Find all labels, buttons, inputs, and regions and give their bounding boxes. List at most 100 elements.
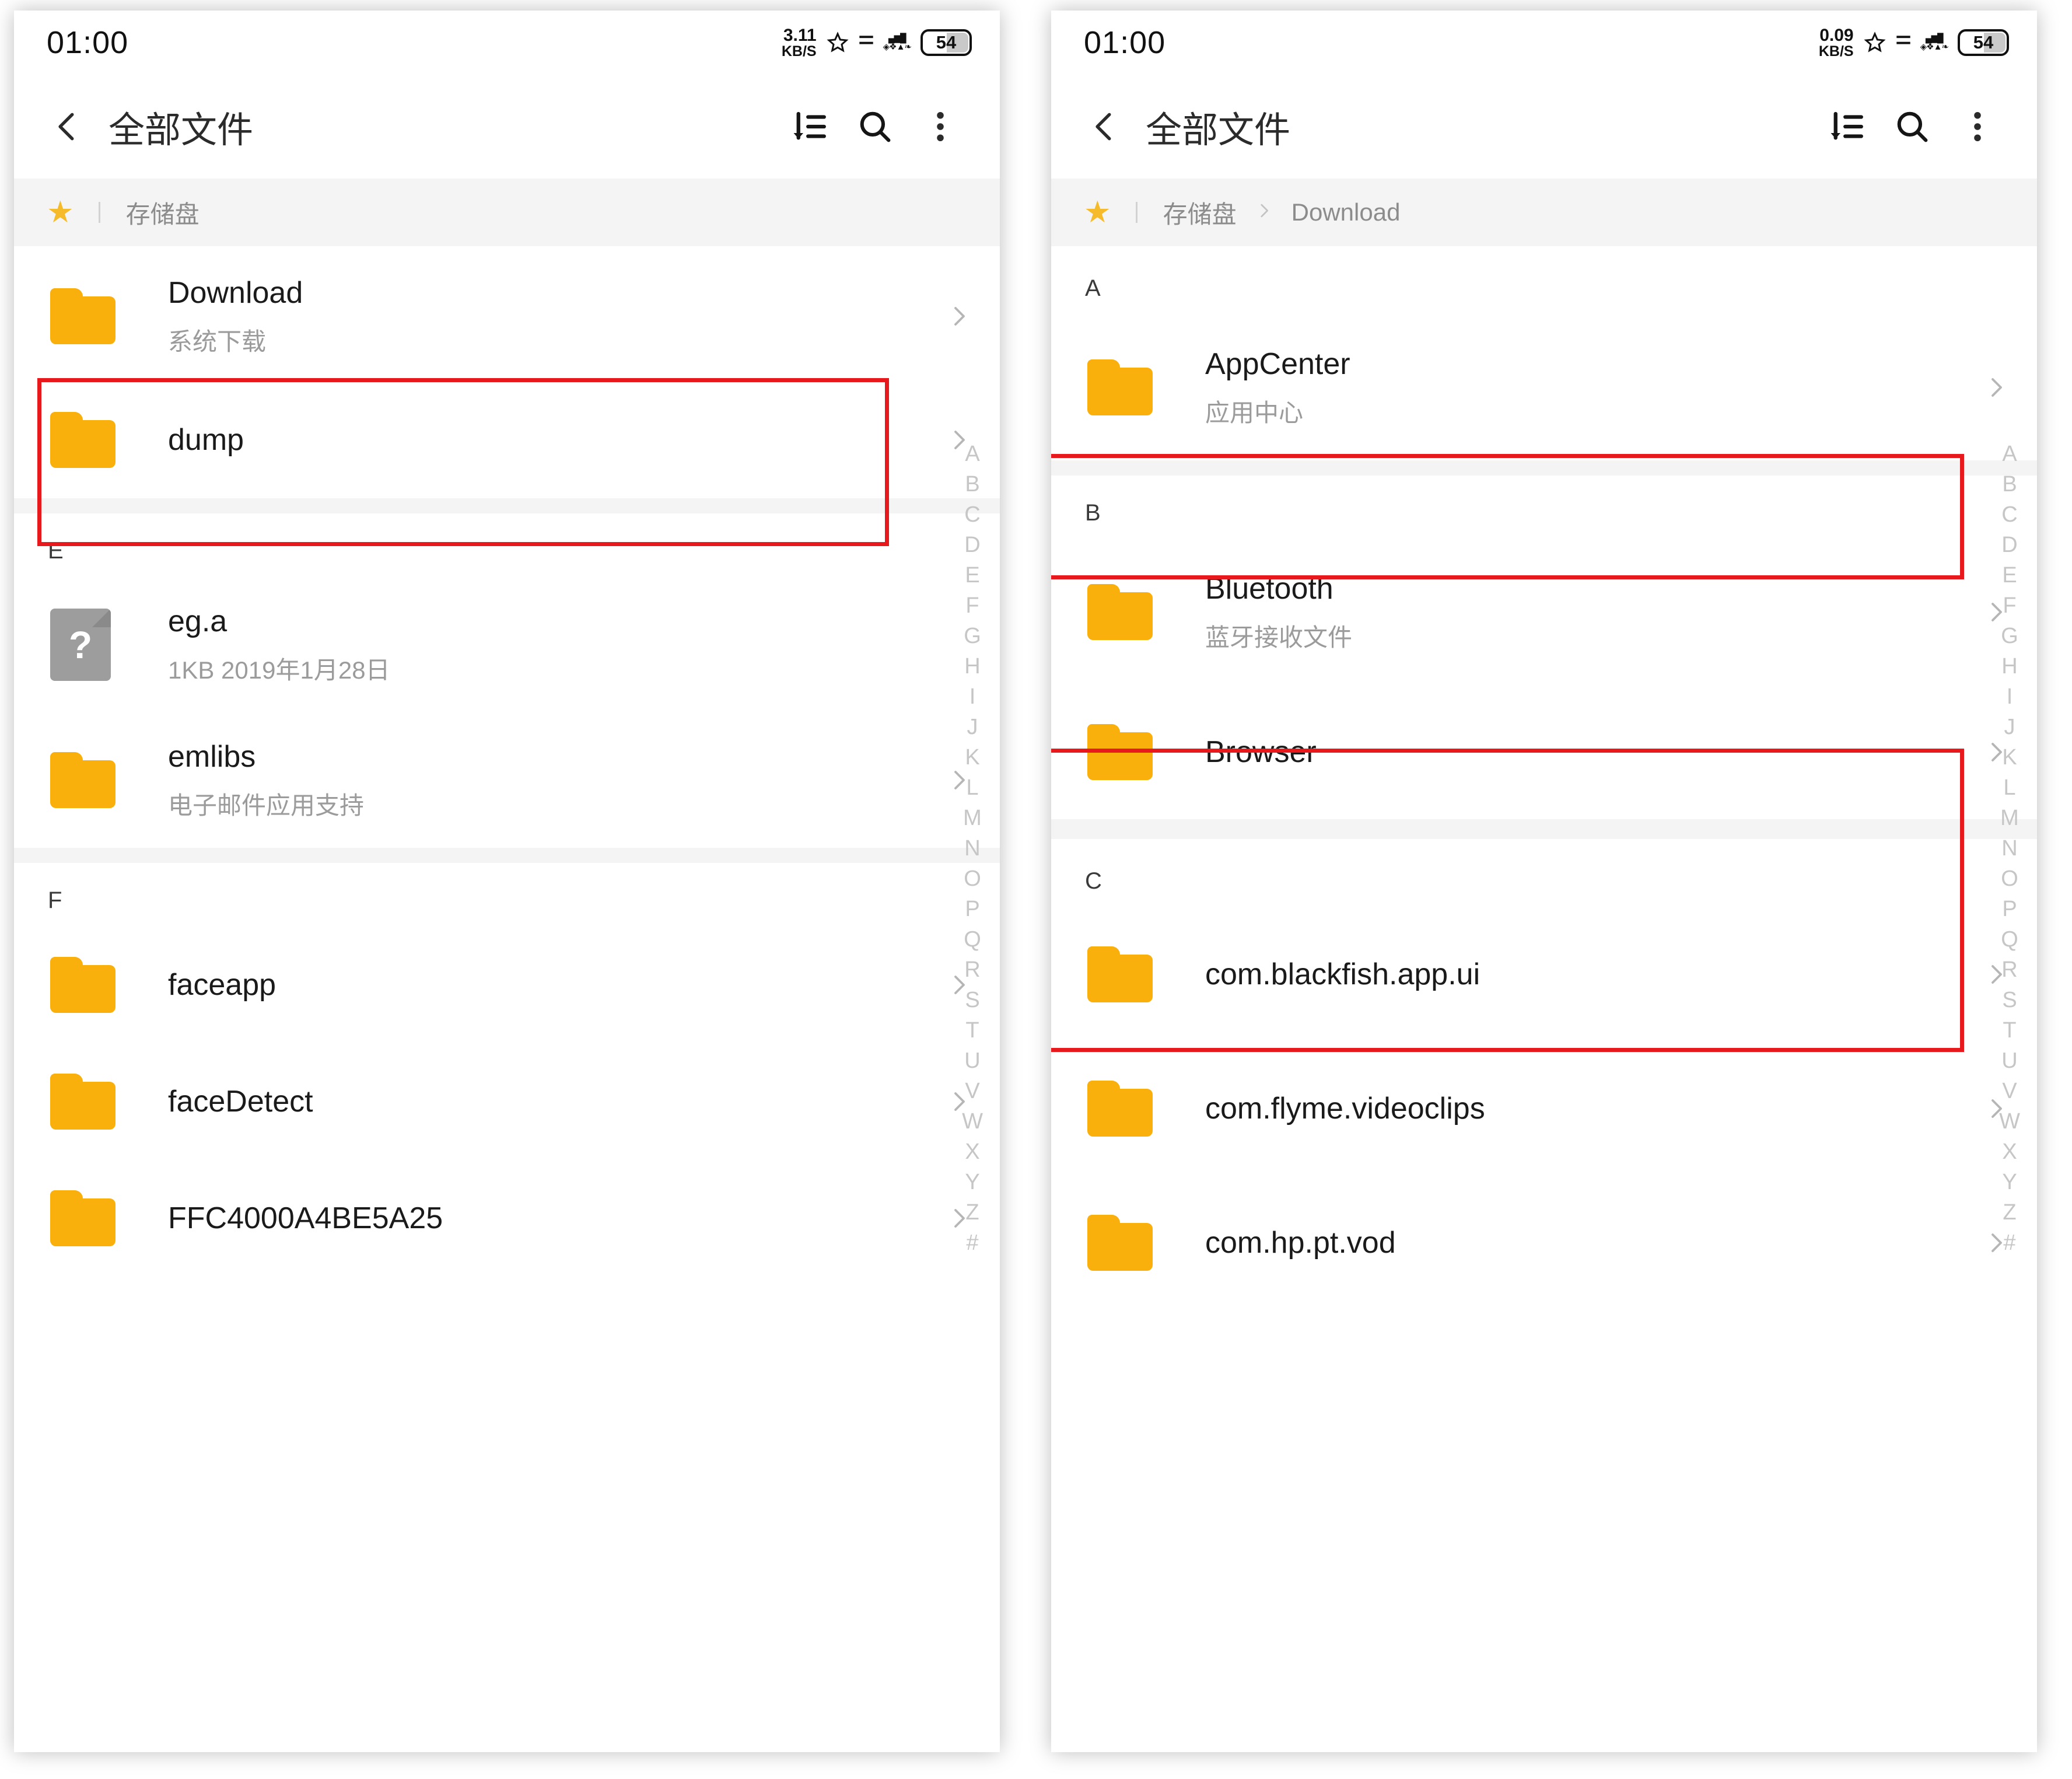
alphabet-index-p[interactable]: P <box>2002 894 2017 924</box>
alphabet-index-hash[interactable]: # <box>2003 1228 2015 1258</box>
alphabet-index-k[interactable]: K <box>965 742 979 773</box>
list-item[interactable]: Bluetooth 蓝牙接收文件 <box>1051 539 2037 685</box>
list-item[interactable]: FFC4000A4BE5A25 <box>14 1160 1000 1277</box>
alphabet-index-h[interactable]: H <box>2001 651 2017 681</box>
battery-icon: 54 <box>921 29 972 56</box>
sort-button[interactable] <box>777 94 842 159</box>
alphabet-index-m[interactable]: M <box>963 803 982 833</box>
breadcrumb-item-storage[interactable]: 存储盘 <box>126 195 200 230</box>
file-list-container[interactable]: Download 系统下载 dump E ? eg.a 1KB 2019年1月2… <box>14 246 1000 1752</box>
list-item[interactable]: Download 系统下载 <box>14 246 1000 382</box>
alphabet-index-b[interactable]: B <box>965 469 979 499</box>
list-item[interactable]: com.flyme.videoclips <box>1051 1041 2037 1176</box>
alphabet-index-c[interactable]: C <box>2001 499 2017 530</box>
status-bar: 01:00 0.09 KB/S ▄▆█ ◈❖▲❧ 54 <box>1051 11 2037 75</box>
alphabet-index-p[interactable]: P <box>965 894 979 924</box>
file-list: A AppCenter 应用中心 B Bluetooth 蓝牙接收文件 Brow… <box>1051 246 2037 1310</box>
list-item[interactable]: Browser <box>1051 685 2037 819</box>
alphabet-index-d[interactable]: D <box>964 530 980 560</box>
alphabet-index-z[interactable]: Z <box>965 1197 979 1228</box>
alphabet-index-j[interactable]: J <box>967 712 978 742</box>
sort-button[interactable] <box>1814 94 1880 159</box>
alphabet-index[interactable]: A B C D E F G H I J K L M N O P Q R S T U V W X Y Z # <box>1992 439 2028 1258</box>
more-options-button[interactable] <box>1945 94 2010 159</box>
search-button[interactable] <box>842 94 908 159</box>
alphabet-index-j[interactable]: J <box>2004 712 2015 742</box>
list-item[interactable]: faceapp <box>14 927 1000 1043</box>
list-item-text: Browser <box>1205 735 1969 770</box>
alphabet-index-v[interactable]: V <box>965 1076 979 1106</box>
alphabet-index-o[interactable]: O <box>2001 864 2018 894</box>
alphabet-index-l[interactable]: L <box>2003 773 2015 803</box>
list-item[interactable]: com.hp.pt.vod <box>1051 1176 2037 1310</box>
alphabet-index-a[interactable]: A <box>965 439 979 469</box>
status-icons: 3.11 KB/S ▄▆█ ◈❖▲❧ 54 <box>782 26 972 59</box>
alphabet-index-n[interactable]: N <box>964 833 980 864</box>
alphabet-index-q[interactable]: Q <box>2001 924 2018 955</box>
list-item-title: AppCenter <box>1205 347 1350 381</box>
section-divider <box>1051 819 2037 839</box>
section-divider <box>14 848 1000 863</box>
list-item-text: eg.a 1KB 2019年1月28日 <box>168 604 932 686</box>
alphabet-index-i[interactable]: I <box>970 681 976 712</box>
list-item[interactable]: emlibs 电子邮件应用支持 <box>14 712 1000 848</box>
alphabet-index-g[interactable]: G <box>964 621 981 651</box>
list-item[interactable]: com.blackfish.app.ui <box>1051 907 2037 1041</box>
alphabet-index-s[interactable]: S <box>965 985 979 1015</box>
list-item[interactable]: faceDetect <box>14 1043 1000 1160</box>
alphabet-index-r[interactable]: R <box>964 955 980 985</box>
section-header: C <box>1051 839 2037 907</box>
alphabet-index-m[interactable]: M <box>2000 803 2019 833</box>
alphabet-index-k[interactable]: K <box>2002 742 2017 773</box>
alphabet-index-e[interactable]: E <box>965 560 979 590</box>
search-button[interactable] <box>1880 94 1945 159</box>
back-button[interactable] <box>37 96 98 157</box>
alphabet-index-u[interactable]: U <box>2001 1046 2017 1076</box>
page-title: 全部文件 <box>1146 110 1291 151</box>
alphabet-index-i[interactable]: I <box>2007 681 2013 712</box>
alphabet-index-y[interactable]: Y <box>965 1167 979 1197</box>
alphabet-index-w[interactable]: W <box>1999 1106 2020 1137</box>
star-filled-icon[interactable]: ★ <box>47 197 74 228</box>
list-item-title: Download <box>168 275 303 310</box>
file-list-container[interactable]: A AppCenter 应用中心 B Bluetooth 蓝牙接收文件 Brow… <box>1051 246 2037 1752</box>
alphabet-index-hash[interactable]: # <box>966 1228 978 1258</box>
alphabet-index-u[interactable]: U <box>964 1046 980 1076</box>
list-item[interactable]: AppCenter 应用中心 <box>1051 314 2037 460</box>
alphabet-index-w[interactable]: W <box>962 1106 983 1137</box>
breadcrumb-item-download[interactable]: Download <box>1292 198 1401 226</box>
list-item-title: dump <box>168 423 244 457</box>
alphabet-index[interactable]: A B C D E F G H I J K L M N O P Q R S T U V W X Y Z # <box>954 439 991 1258</box>
alphabet-index-o[interactable]: O <box>964 864 981 894</box>
alphabet-index-e[interactable]: E <box>2002 560 2017 590</box>
list-item[interactable]: ? eg.a 1KB 2019年1月28日 <box>14 577 1000 712</box>
alphabet-index-f[interactable]: F <box>965 590 979 621</box>
more-options-button[interactable] <box>908 94 973 159</box>
section-header: B <box>1051 476 2037 539</box>
alphabet-index-x[interactable]: X <box>965 1137 979 1167</box>
alphabet-index-s[interactable]: S <box>2002 985 2017 1015</box>
breadcrumb-item-storage[interactable]: 存储盘 <box>1163 195 1237 230</box>
alphabet-index-t[interactable]: T <box>2003 1015 2016 1046</box>
alphabet-index-x[interactable]: X <box>2002 1137 2017 1167</box>
alphabet-index-r[interactable]: R <box>2001 955 2017 985</box>
list-item[interactable]: dump <box>14 382 1000 498</box>
list-item-title: faceDetect <box>168 1085 313 1119</box>
alphabet-index-d[interactable]: D <box>2001 530 2017 560</box>
alphabet-index-y[interactable]: Y <box>2002 1167 2017 1197</box>
list-item-subtitle: 蓝牙接收文件 <box>1205 623 1353 651</box>
star-filled-icon[interactable]: ★ <box>1084 197 1111 228</box>
back-button[interactable] <box>1074 96 1135 157</box>
alphabet-index-t[interactable]: T <box>965 1015 979 1046</box>
alphabet-index-q[interactable]: Q <box>964 924 981 955</box>
alphabet-index-a[interactable]: A <box>2002 439 2017 469</box>
alphabet-index-v[interactable]: V <box>2002 1076 2017 1106</box>
alphabet-index-l[interactable]: L <box>966 773 978 803</box>
alphabet-index-h[interactable]: H <box>964 651 980 681</box>
alphabet-index-b[interactable]: B <box>2002 469 2017 499</box>
alphabet-index-c[interactable]: C <box>964 499 980 530</box>
alphabet-index-f[interactable]: F <box>2003 590 2016 621</box>
alphabet-index-z[interactable]: Z <box>2003 1197 2016 1228</box>
alphabet-index-g[interactable]: G <box>2001 621 2018 651</box>
alphabet-index-n[interactable]: N <box>2001 833 2017 864</box>
